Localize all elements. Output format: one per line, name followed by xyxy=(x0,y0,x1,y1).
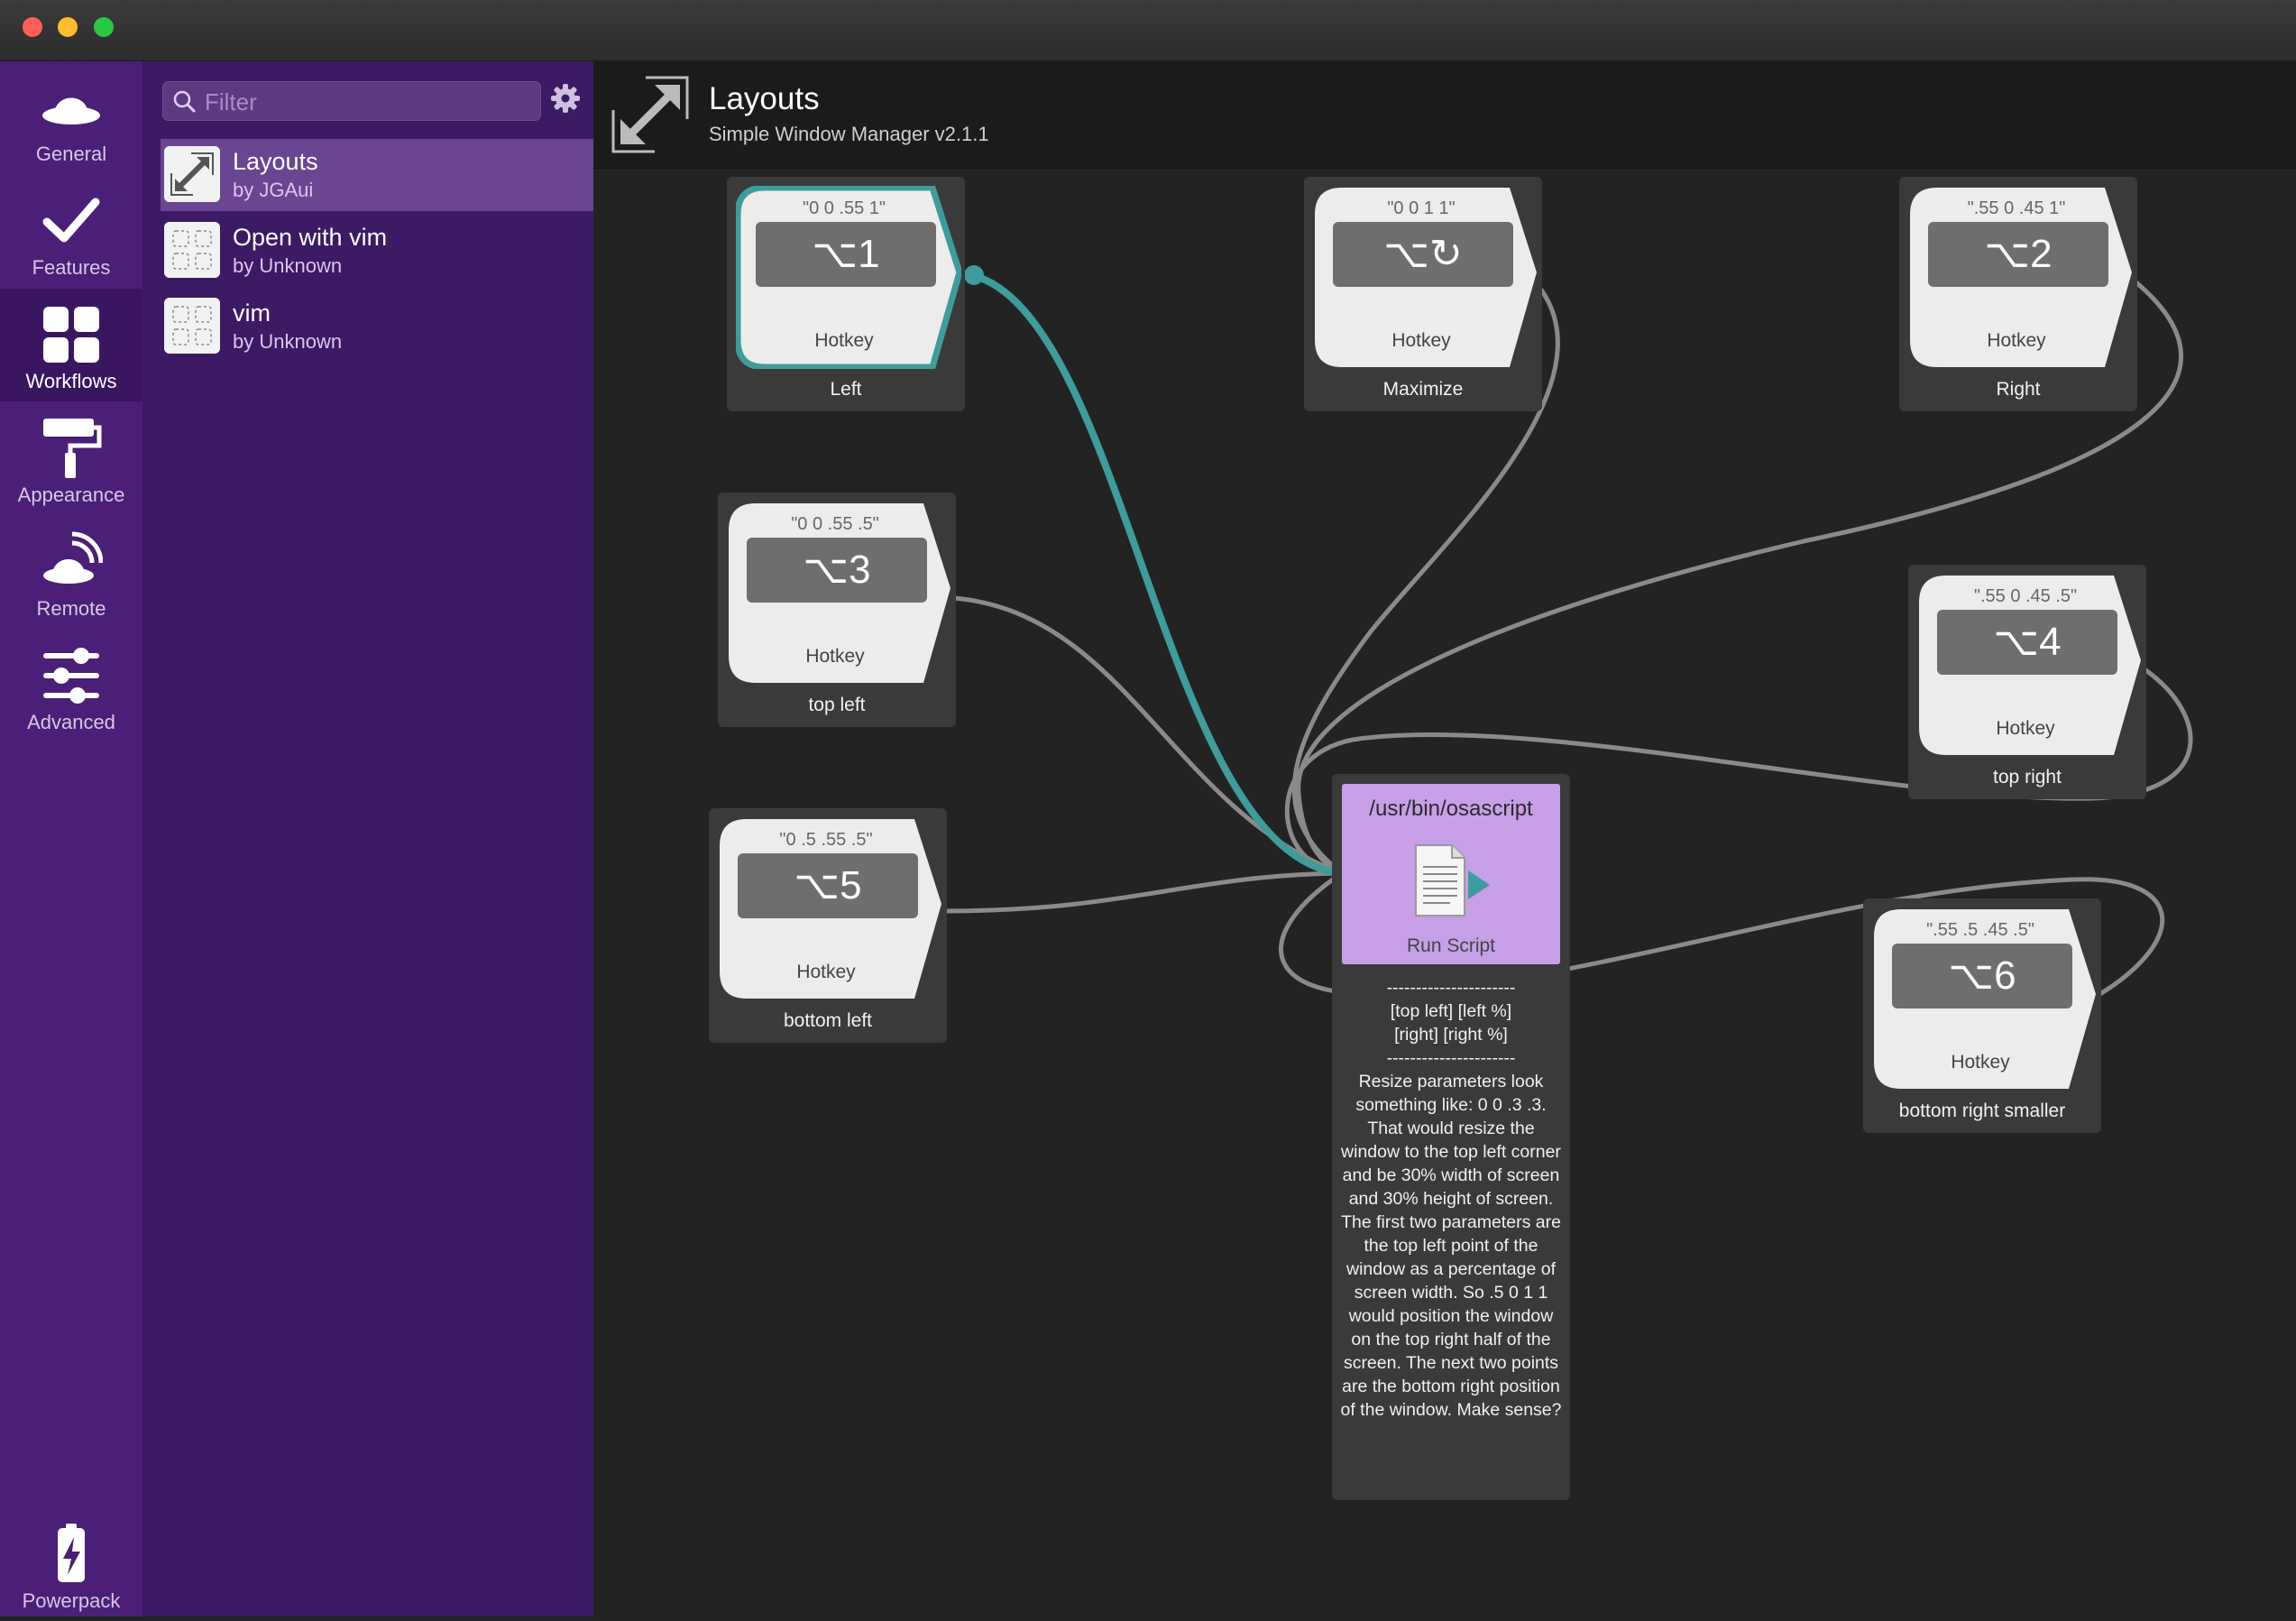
checkmark-icon xyxy=(42,198,100,243)
node-name: top left xyxy=(808,695,866,715)
hotkey-arguments: "0 0 .55 .5" xyxy=(791,514,879,534)
nav-item-powerpack[interactable]: Powerpack xyxy=(0,1508,142,1621)
hotkey-node-maximize[interactable]: "0 0 1 1" ⌥↻ Hotkey Maximize xyxy=(1304,177,1542,411)
hotkey-arguments: "0 .5 .55 .5" xyxy=(779,830,873,850)
hat-icon xyxy=(42,97,100,124)
hotkey-node-top-left[interactable]: "0 0 .55 .5" ⌥3 Hotkey top left xyxy=(718,493,956,727)
nav-item-appearance[interactable]: Appearance xyxy=(0,402,142,515)
node-type-label: Hotkey xyxy=(1987,330,2046,351)
node-name: bottom right smaller xyxy=(1898,1101,2066,1121)
hotkey-combo: ⌥1 xyxy=(756,222,936,287)
hotkey-arguments: ".55 .5 .45 .5" xyxy=(1926,920,2034,940)
node-name: top right xyxy=(1993,767,2062,787)
paint-roller-icon xyxy=(43,419,102,478)
filter-field[interactable] xyxy=(162,81,541,122)
hotkey-node-right[interactable]: ".55 0 .45 1" ⌥2 Hotkey Right xyxy=(1899,177,2137,411)
script-path: /usr/bin/osascript xyxy=(1369,797,1533,821)
placeholder-workflow-icon xyxy=(164,222,220,278)
hotkey-combo: ⌥6 xyxy=(1892,944,2072,1009)
gear-icon[interactable] xyxy=(550,83,581,114)
node-type-label: Hotkey xyxy=(796,962,856,982)
hotkey-node-bottom-left[interactable]: "0 .5 .55 .5" ⌥5 Hotkey bottom left xyxy=(709,808,947,1043)
filter-input[interactable] xyxy=(203,82,531,122)
hotkey-arguments: ".55 0 .45 1" xyxy=(1967,198,2066,218)
node-type-label: Hotkey xyxy=(814,330,874,351)
close-window-button[interactable] xyxy=(23,17,42,37)
run-script-node[interactable]: /usr/bin/osascript Run Script ----------… xyxy=(1332,774,1570,1500)
resize-arrows-icon xyxy=(164,146,220,202)
hotkey-node-left[interactable]: "0 0 .55 1" ⌥1 Hotkey Left xyxy=(727,177,965,411)
hotkey-combo: ⌥2 xyxy=(1928,222,2108,287)
preferences-nav: General Features Workflows Appearance Re… xyxy=(0,61,142,1616)
nav-item-features[interactable]: Features xyxy=(0,175,142,288)
node-name: Maximize xyxy=(1382,379,1464,400)
workflow-subtitle: Simple Window Manager v2.1.1 xyxy=(709,123,989,145)
zoom-window-button[interactable] xyxy=(94,17,114,37)
workflow-item-vim[interactable]: vim by Unknown xyxy=(161,290,593,363)
script-document-icon xyxy=(1415,844,1490,916)
grid-icon xyxy=(43,307,99,363)
workflow-title: vim xyxy=(233,299,271,327)
workflow-author: by Unknown xyxy=(233,254,343,277)
nav-label: General xyxy=(35,143,107,165)
remote-hat-icon xyxy=(43,531,103,584)
placeholder-workflow-icon xyxy=(164,298,220,354)
workflow-item-layouts[interactable]: Layouts by JGAui xyxy=(161,139,593,211)
node-name: Left xyxy=(830,379,862,400)
script-note: ---------------------- [top left] [left … xyxy=(1340,978,1562,1420)
nav-item-workflows[interactable]: Workflows xyxy=(0,289,142,401)
node-type-label: Hotkey xyxy=(805,646,865,667)
search-icon xyxy=(173,90,196,113)
hotkey-arguments: ".55 0 .45 .5" xyxy=(1973,586,2078,606)
workflow-title: Layouts xyxy=(233,148,318,175)
workflow-author: by Unknown xyxy=(233,330,343,353)
nav-item-remote[interactable]: Remote xyxy=(0,516,142,629)
hotkey-node-top-right[interactable]: ".55 0 .45 .5" ⌥4 Hotkey top right xyxy=(1908,565,2146,799)
workflow-author: by JGAui xyxy=(233,179,314,201)
hotkey-combo: ⌥4 xyxy=(1937,610,2117,675)
minimize-window-button[interactable] xyxy=(58,17,78,37)
resize-arrows-icon xyxy=(611,76,689,153)
nav-label: Advanced xyxy=(27,711,115,733)
nav-label: Workflows xyxy=(25,370,117,392)
node-name: Right xyxy=(1996,379,2041,400)
nav-item-advanced[interactable]: Advanced xyxy=(0,630,142,742)
hotkey-arguments: "0 0 1 1" xyxy=(1387,198,1456,218)
node-type-label: Run Script xyxy=(1406,935,1496,956)
workflow-title: Open with vim xyxy=(233,224,388,251)
nav-label: Remote xyxy=(36,597,106,620)
run-script-body: /usr/bin/osascript Run Script xyxy=(1342,784,1560,964)
powerpack-battery-icon xyxy=(58,1524,85,1582)
node-type-label: Hotkey xyxy=(1391,330,1451,351)
hotkey-node-bottom-right-smaller[interactable]: ".55 .5 .45 .5" ⌥6 Hotkey bottom right s… xyxy=(1863,898,2101,1133)
sliders-icon xyxy=(43,648,99,704)
hotkey-arguments: "0 0 .55 1" xyxy=(802,198,886,218)
hotkey-combo: ⌥↻ xyxy=(1333,222,1513,287)
hotkey-combo: ⌥5 xyxy=(738,853,918,918)
hotkey-combo: ⌥3 xyxy=(747,538,927,603)
node-type-label: Hotkey xyxy=(1951,1052,2010,1073)
nav-label: Features xyxy=(32,256,111,279)
workflow-item-open-with-vim[interactable]: Open with vim by Unknown xyxy=(161,215,593,287)
node-name: bottom left xyxy=(783,1010,873,1031)
nav-label: Appearance xyxy=(17,484,125,506)
node-type-label: Hotkey xyxy=(1996,718,2055,739)
nav-label: Powerpack xyxy=(22,1589,121,1612)
workflow-header: Layouts Simple Window Manager v2.1.1 xyxy=(593,61,2296,169)
nav-item-general[interactable]: General xyxy=(0,61,142,174)
window-title-bar xyxy=(0,0,2296,61)
workflow-title-heading: Layouts xyxy=(709,81,820,116)
workflow-list-panel: Layouts by JGAui Open with vim by Unknow… xyxy=(142,61,593,1616)
